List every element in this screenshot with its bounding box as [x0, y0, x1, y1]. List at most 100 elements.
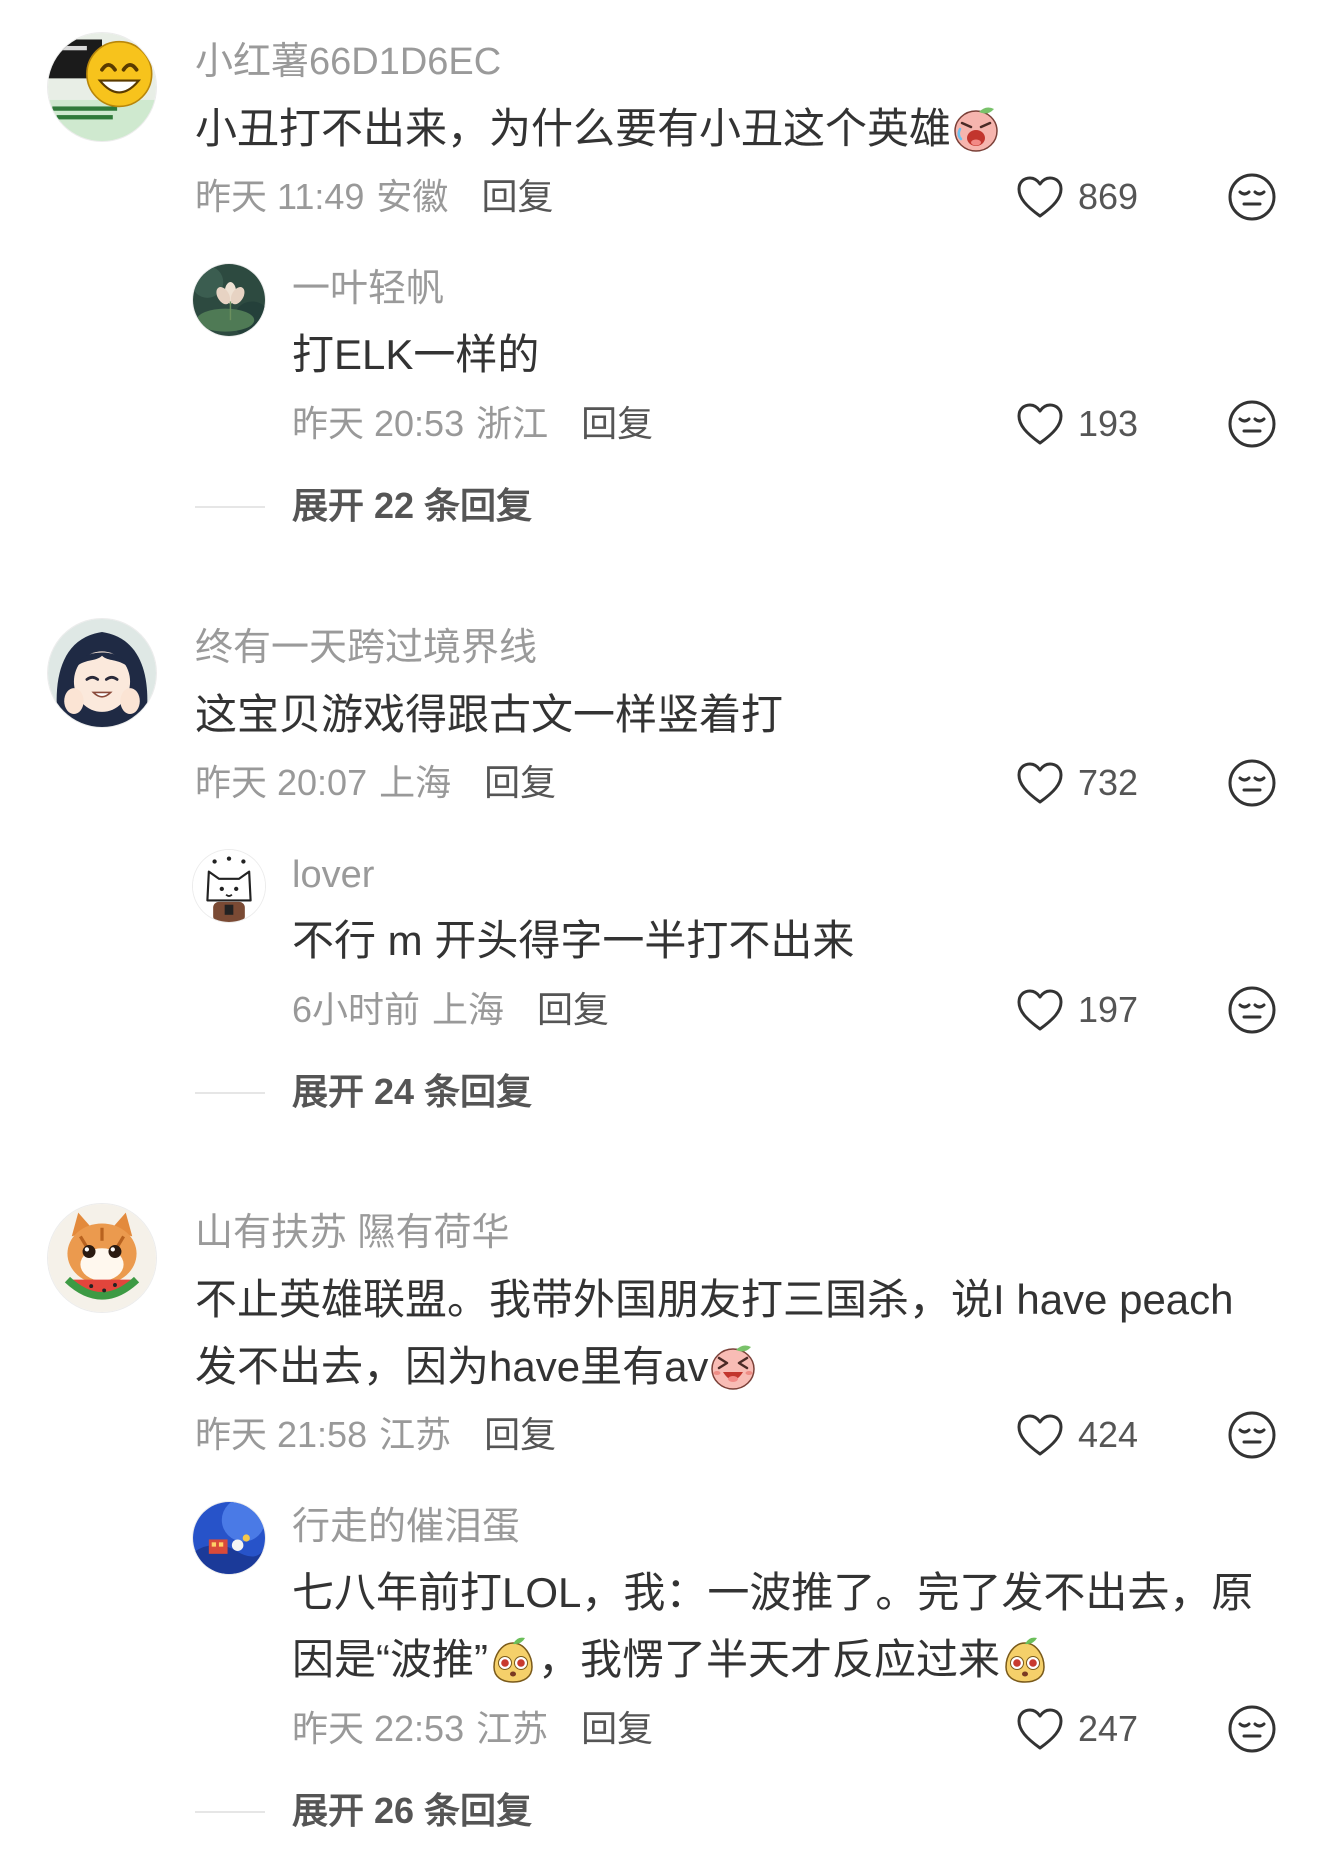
divider: [195, 1811, 265, 1813]
comment-content[interactable]: 小丑打不出来，为什么要有小丑这个英雄: [195, 95, 1320, 162]
avatar[interactable]: [193, 264, 265, 336]
avatar[interactable]: [193, 850, 265, 922]
reply-button[interactable]: 回复: [484, 1414, 556, 1455]
content-line: 因是“波推” ，我愣了半天才反应过来: [292, 1626, 1320, 1693]
like-count: 193: [1078, 403, 1139, 444]
dislike-face-icon[interactable]: [1227, 1410, 1277, 1460]
avatar[interactable]: [193, 1502, 265, 1574]
comment-time: 昨天 21:58: [195, 1414, 368, 1455]
content-text: 小丑打不出来，为什么要有小丑这个英雄: [195, 105, 952, 152]
reply-button[interactable]: 回复: [581, 1708, 653, 1749]
reply-content[interactable]: 打ELK一样的: [292, 321, 1320, 388]
content-line: 打ELK一样的: [292, 331, 540, 378]
comment-thread: 山有扶苏 隰有荷华 不止英雄联盟。我带外国朋友打三国杀，说I have peac…: [0, 1204, 1320, 1836]
dislike-face-icon[interactable]: [1227, 1704, 1277, 1754]
reply-time: 6小时前: [292, 989, 421, 1030]
username[interactable]: 山有扶苏 隰有荷华: [195, 1208, 1320, 1258]
heart-icon: [1016, 402, 1064, 446]
heart-icon: [1016, 175, 1064, 219]
expand-replies-button[interactable]: 展开 26 条回复: [195, 1786, 1320, 1836]
reply-meta: 6小时前 上海 回复 197: [292, 985, 1320, 1035]
content-text: ，我愣了半天才反应过来: [537, 1636, 1000, 1683]
expand-replies-button[interactable]: 展开 22 条回复: [195, 481, 1320, 531]
reply-time: 昨天 22:53: [292, 1708, 465, 1749]
username[interactable]: 一叶轻帆: [292, 264, 1320, 314]
divider: [195, 1092, 265, 1094]
dislike-face-icon[interactable]: [1227, 172, 1277, 222]
comment-time: 昨天 20:07: [195, 762, 368, 803]
username[interactable]: 小红薯66D1D6EC: [195, 37, 1320, 87]
shocked-pear-emoji: [1000, 1635, 1050, 1685]
comment-content[interactable]: 不止英雄联盟。我带外国朋友打三国杀，说I have peach 发不出去，因为h…: [195, 1266, 1320, 1400]
cartoon-cat-avatar-image: [193, 850, 265, 922]
reply-content[interactable]: 七八年前打LOL，我：一波推了。完了发不出去，原 因是“波推” ，我愣了半天才反…: [292, 1559, 1320, 1693]
reply-location: 浙江: [476, 403, 549, 444]
dislike-face-icon[interactable]: [1227, 758, 1277, 808]
expand-label: 展开 24 条回复: [292, 1071, 533, 1112]
comment-meta: 昨天 11:49 安徽 回复 869: [195, 172, 1320, 222]
like-count: 869: [1078, 176, 1139, 217]
reply-time: 昨天 20:53: [292, 403, 465, 444]
reply-item: 行走的催泪蛋 七八年前打LOL，我：一波推了。完了发不出去，原 因是“波推” ，…: [193, 1502, 1320, 1754]
shocked-pear-emoji: [488, 1635, 538, 1685]
comment-body: 山有扶苏 隰有荷华 不止英雄联盟。我带外国朋友打三国杀，说I have peac…: [193, 1204, 1320, 1836]
content-line: 小丑打不出来，为什么要有小丑这个英雄: [195, 95, 1320, 162]
heart-icon: [1016, 1413, 1064, 1457]
comment-meta: 昨天 20:07 上海 回复 732: [195, 758, 1320, 808]
content-line: 不止英雄联盟。我带外国朋友打三国杀，说I have peach: [195, 1276, 1234, 1323]
like-button[interactable]: 732: [1016, 758, 1168, 808]
reply-content[interactable]: 不行 m 开头得字一半打不出来: [292, 907, 1320, 974]
comment-content[interactable]: 这宝贝游戏得跟古文一样竖着打: [195, 681, 1320, 748]
like-count: 732: [1078, 762, 1139, 803]
comment-meta: 昨天 21:58 江苏 回复 424: [195, 1410, 1320, 1460]
content-text: 发不出去，因为have里有av: [195, 1343, 709, 1390]
comment-body: 小红薯66D1D6EC 小丑打不出来，为什么要有小丑这个英雄 昨天 11:49 安…: [193, 33, 1320, 531]
username[interactable]: 行走的催泪蛋: [292, 1502, 1320, 1552]
like-button[interactable]: 247: [1016, 1704, 1168, 1754]
username[interactable]: lover: [292, 850, 1320, 900]
like-count: 247: [1078, 1708, 1139, 1749]
blue-scene-avatar-image: [193, 1502, 265, 1574]
reply-item: lover 不行 m 开头得字一半打不出来 6小时前 上海 回复 197: [193, 850, 1320, 1035]
like-count: 424: [1078, 1414, 1139, 1455]
comment-location: 江苏: [379, 1414, 452, 1455]
expand-label: 展开 22 条回复: [292, 485, 533, 526]
dislike-face-icon[interactable]: [1227, 399, 1277, 449]
like-button[interactable]: 197: [1016, 985, 1168, 1035]
like-button[interactable]: 193: [1016, 399, 1168, 449]
comment-location: 安徽: [376, 176, 449, 217]
reply-button[interactable]: 回复: [481, 176, 553, 217]
cat-watermelon-avatar-image: [48, 1204, 156, 1312]
comment-body: 终有一天跨过境界线 这宝贝游戏得跟古文一样竖着打 昨天 20:07 上海 回复 73…: [193, 619, 1320, 1117]
content-line: 不行 m 开头得字一半打不出来: [292, 917, 855, 964]
avatar[interactable]: [48, 1204, 156, 1312]
content-text: 因是“波推”: [292, 1636, 488, 1683]
expand-replies-button[interactable]: 展开 24 条回复: [195, 1067, 1320, 1117]
reply-location: 江苏: [476, 1708, 549, 1749]
comment-thread: 终有一天跨过境界线 这宝贝游戏得跟古文一样竖着打 昨天 20:07 上海 回复 73…: [0, 619, 1320, 1117]
laughing-emoji-avatar-image: [48, 33, 156, 141]
comment-location: 上海: [379, 762, 452, 803]
content-line: 七八年前打LOL，我：一波推了。完了发不出去，原: [292, 1569, 1254, 1616]
expand-label: 展开 26 条回复: [292, 1790, 533, 1831]
reply-item: 一叶轻帆 打ELK一样的 昨天 20:53 浙江 回复 193: [193, 264, 1320, 449]
dislike-face-icon[interactable]: [1227, 985, 1277, 1035]
heart-icon: [1016, 988, 1064, 1032]
crying-face-emoji: [951, 104, 1001, 154]
comment-thread: 小红薯66D1D6EC 小丑打不出来，为什么要有小丑这个英雄 昨天 11:49 安…: [0, 33, 1320, 531]
reply-location: 上海: [432, 989, 505, 1030]
like-button[interactable]: 869: [1016, 172, 1168, 222]
avatar[interactable]: [48, 33, 156, 141]
avatar[interactable]: [48, 619, 156, 727]
like-button[interactable]: 424: [1016, 1410, 1168, 1460]
reply-button[interactable]: 回复: [581, 403, 653, 444]
reply-button[interactable]: 回复: [537, 989, 609, 1030]
comment-time: 昨天 11:49: [195, 176, 365, 217]
content-line: 发不出去，因为have里有av: [195, 1333, 1320, 1400]
content-line: 这宝贝游戏得跟古文一样竖着打: [195, 691, 784, 738]
like-count: 197: [1078, 989, 1139, 1030]
username[interactable]: 终有一天跨过境界线: [195, 623, 1320, 673]
reply-meta: 昨天 22:53 江苏 回复 247: [292, 1704, 1320, 1754]
lotus-avatar-image: [193, 264, 265, 336]
reply-button[interactable]: 回复: [484, 762, 556, 803]
